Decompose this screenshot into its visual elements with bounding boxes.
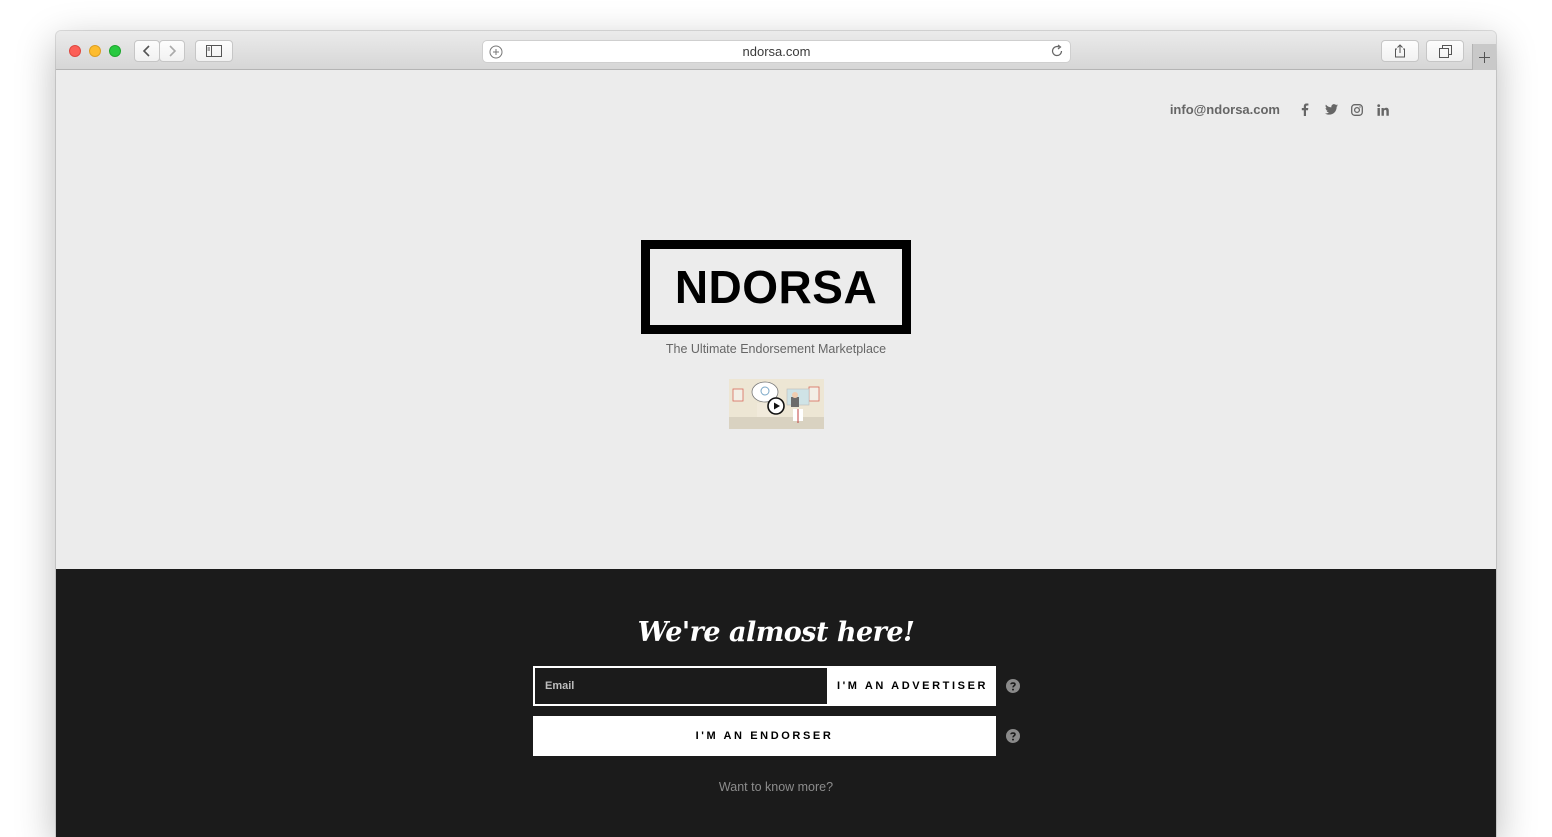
twitter-icon[interactable] xyxy=(1318,104,1344,115)
linkedin-icon[interactable] xyxy=(1370,103,1396,116)
address-bar[interactable]: ndorsa.com xyxy=(482,40,1071,63)
web-page: info@ndorsa.com NDORSA The Ultimate Endo… xyxy=(56,70,1496,837)
tagline: The Ultimate Endorsement Marketplace xyxy=(665,342,887,356)
share-icon xyxy=(1395,44,1405,58)
video-illustration xyxy=(729,379,824,429)
facebook-icon[interactable] xyxy=(1292,103,1318,116)
help-icon[interactable] xyxy=(1006,729,1020,743)
video-thumbnail[interactable] xyxy=(729,379,824,429)
sidebar-icon xyxy=(206,45,222,57)
tabs-overview-button[interactable] xyxy=(1426,40,1464,62)
ndorsa-logo: NDORSA xyxy=(641,240,911,334)
signup-section: We're almost here! I'M AN ADVERTISER I'M… xyxy=(56,569,1496,837)
tabs-icon xyxy=(1438,44,1452,58)
contact-email-link[interactable]: info@ndorsa.com xyxy=(1170,102,1280,117)
learn-more-link[interactable]: Want to know more? xyxy=(56,780,1496,794)
add-bookmark-icon[interactable] xyxy=(489,45,503,59)
sidebar-toggle-button[interactable] xyxy=(195,40,233,62)
back-button[interactable] xyxy=(134,40,160,62)
email-input[interactable] xyxy=(533,666,829,706)
forward-button[interactable] xyxy=(159,40,185,62)
help-icon[interactable] xyxy=(1006,679,1020,693)
instagram-icon[interactable] xyxy=(1344,103,1370,116)
browser-window: ndorsa.com info@ndorsa.com NDORSA The Ul… xyxy=(56,31,1496,837)
close-window-button[interactable] xyxy=(69,45,81,57)
new-tab-button[interactable] xyxy=(1472,44,1496,70)
url-text: ndorsa.com xyxy=(742,44,811,59)
browser-toolbar: ndorsa.com xyxy=(56,31,1496,70)
advertiser-button[interactable]: I'M AN ADVERTISER xyxy=(829,666,996,706)
logo-text: NDORSA xyxy=(674,261,878,313)
reload-icon[interactable] xyxy=(1050,44,1064,58)
advertiser-form-row: I'M AN ADVERTISER xyxy=(533,666,996,706)
contact-bar: info@ndorsa.com xyxy=(1170,102,1396,117)
signup-heading: We're almost here! xyxy=(637,617,915,648)
minimize-window-button[interactable] xyxy=(89,45,101,57)
chevron-left-icon xyxy=(142,45,150,57)
share-button[interactable] xyxy=(1381,40,1419,62)
chevron-right-icon xyxy=(169,45,177,57)
zoom-window-button[interactable] xyxy=(109,45,121,57)
hero-section: info@ndorsa.com NDORSA The Ultimate Endo… xyxy=(56,70,1496,569)
plus-icon xyxy=(1479,51,1490,63)
endorser-button[interactable]: I'M AN ENDORSER xyxy=(533,716,996,756)
